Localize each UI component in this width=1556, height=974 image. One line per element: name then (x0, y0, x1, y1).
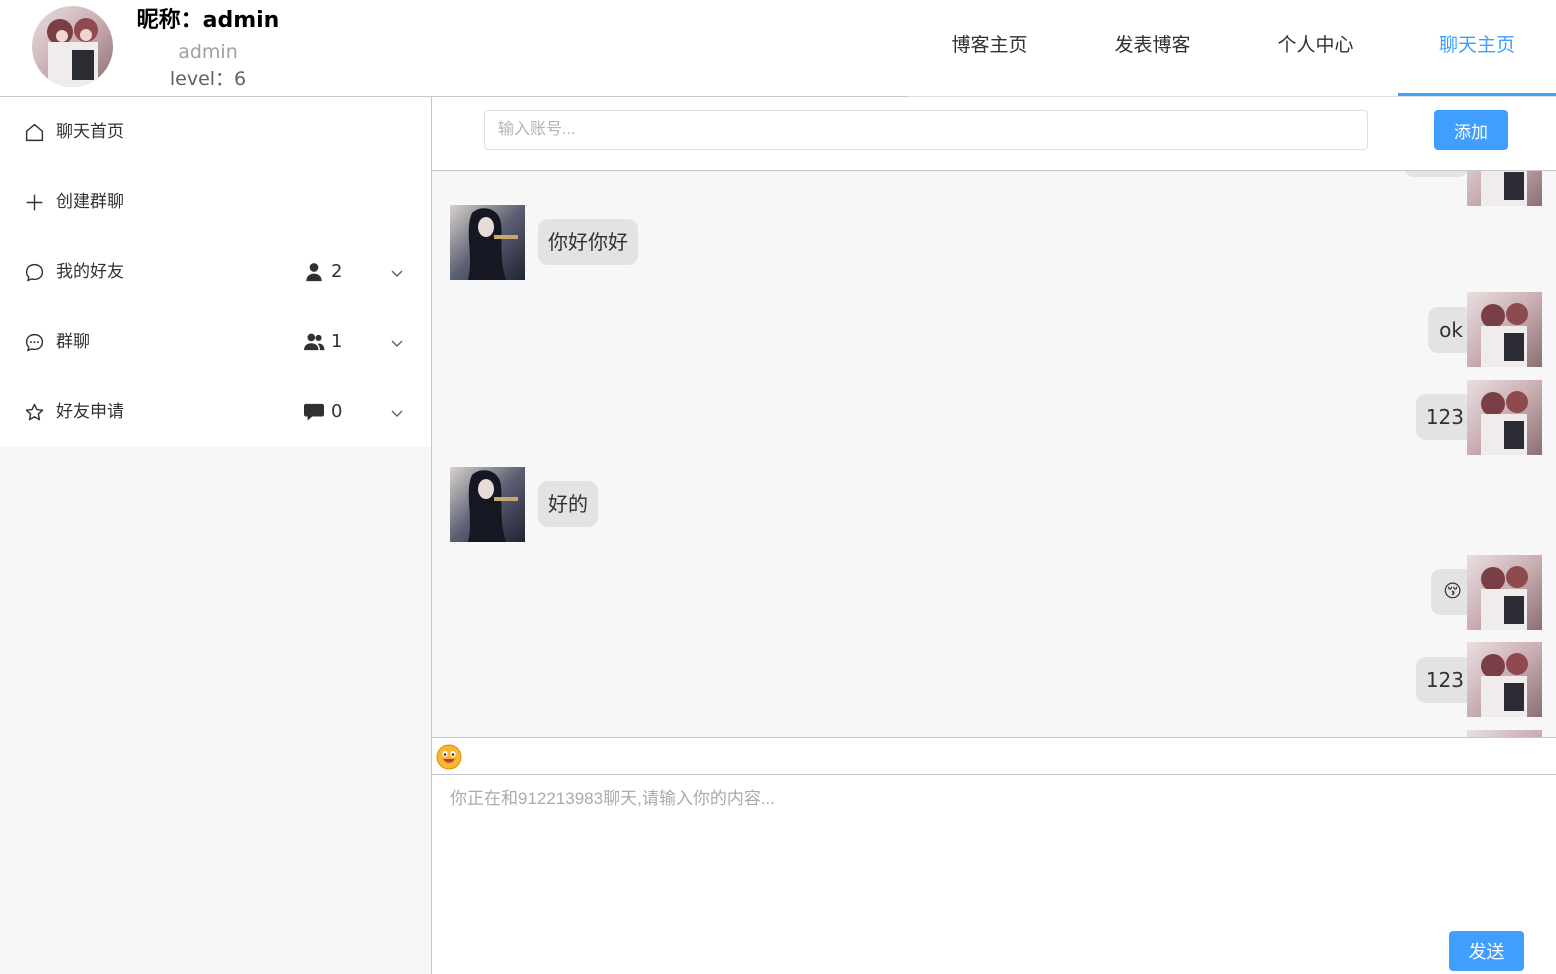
username-text: admin (178, 41, 238, 63)
groups-count: 1 (331, 331, 343, 352)
message-composer: 发送 (432, 775, 1556, 974)
sidebar-item-label: 好友申请 (56, 402, 124, 422)
chevron-down-icon[interactable] (390, 336, 404, 350)
top-header: 昵称：admin admin level：6 博客主页 发表博客 个人中心 聊天… (0, 0, 1556, 97)
sidebar-item-my-friends[interactable]: 我的好友 2 (0, 237, 431, 307)
user-info: 昵称：admin admin level：6 (128, 4, 288, 92)
my-avatar (1467, 380, 1542, 455)
sidebar-item-friend-requests[interactable]: 好友申请 0 (0, 377, 431, 447)
message-bubble: 123 (1415, 394, 1474, 440)
sidebar-item-create-group[interactable]: 创建群聊 (0, 167, 431, 237)
chevron-down-icon[interactable] (390, 406, 404, 420)
level-text: level：6 (169, 68, 247, 90)
chat-dots-icon (25, 333, 44, 352)
plus-icon (26, 194, 43, 211)
message-bubble-partial (1404, 171, 1468, 177)
my-avatar (1467, 292, 1542, 367)
comment-icon (304, 403, 324, 421)
sidebar-menu: 聊天首页 创建群聊 我的好友 2 群聊 1 好友申请 0 (0, 97, 431, 447)
message-bubble: 你好你好 (538, 219, 638, 265)
message-row: ok (432, 292, 1556, 367)
send-button[interactable]: 发送 (1449, 931, 1524, 971)
user-icon (306, 263, 322, 282)
chevron-down-icon[interactable] (390, 266, 404, 280)
sidebar-item-label: 群聊 (56, 332, 90, 352)
my-avatar (1467, 730, 1542, 737)
sidebar-item-group-chat[interactable]: 群聊 1 (0, 307, 431, 377)
my-avatar (1467, 642, 1542, 717)
requests-count: 0 (331, 401, 343, 422)
chat-bubble-icon (25, 263, 44, 282)
add-friend-button[interactable]: 添加 (1434, 110, 1508, 150)
friend-avatar (450, 467, 525, 542)
top-nav: 博客主页 发表博客 个人中心 聊天主页 (908, 0, 1556, 97)
user-avatar[interactable] (32, 6, 113, 87)
message-bubble: 好的 (538, 481, 598, 527)
friends-count: 2 (331, 261, 343, 282)
message-row: 好的 (432, 467, 1556, 542)
message-row: 你好你好 (432, 205, 1556, 280)
chat-panel: 添加 (432, 97, 1556, 974)
message-row: 123 (432, 642, 1556, 717)
message-row: 😚 (432, 555, 1556, 630)
sidebar-item-label: 创建群聊 (56, 192, 124, 212)
message-row (432, 730, 1556, 737)
add-friend-bar: 添加 (432, 97, 1556, 171)
message-input[interactable] (432, 775, 1556, 925)
sidebar-item-label: 我的好友 (56, 262, 124, 282)
star-icon (25, 403, 44, 421)
message-row (432, 171, 1556, 206)
account-search-input[interactable] (484, 110, 1368, 150)
nav-personal-center[interactable]: 个人中心 (1234, 0, 1397, 96)
my-avatar (1467, 555, 1542, 630)
sidebar-item-chat-home[interactable]: 聊天首页 (0, 97, 431, 167)
home-icon (25, 123, 44, 142)
sidebar-item-label: 聊天首页 (56, 122, 124, 142)
composer-toolbar (432, 737, 1556, 775)
nav-blog-home[interactable]: 博客主页 (908, 0, 1071, 96)
users-icon (304, 333, 325, 351)
emoji-picker-icon[interactable] (436, 744, 462, 770)
sidebar: 聊天首页 创建群聊 我的好友 2 群聊 1 好友申请 0 (0, 97, 432, 974)
friend-avatar (450, 205, 525, 280)
message-bubble: 123 (1415, 657, 1474, 703)
nav-publish-blog[interactable]: 发表博客 (1071, 0, 1234, 96)
my-avatar (1467, 171, 1542, 206)
message-list[interactable]: 你好你好 ok 123 好的 😚 123 (432, 171, 1556, 737)
message-row: 123 (432, 380, 1556, 455)
nav-chat-home[interactable]: 聊天主页 (1398, 0, 1556, 96)
nickname-text: 昵称：admin (136, 8, 280, 33)
